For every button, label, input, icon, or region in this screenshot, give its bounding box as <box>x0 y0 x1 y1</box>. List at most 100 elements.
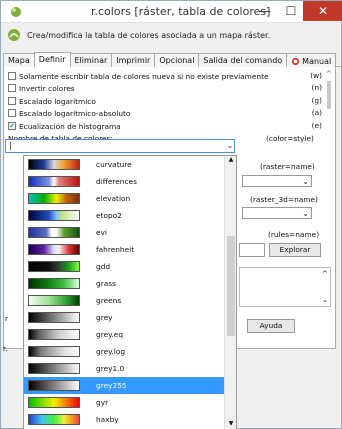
rules-label: (rules=name) <box>268 230 320 239</box>
dropdown-item-differences[interactable]: differences <box>24 173 224 190</box>
tab-salida-del-comando[interactable]: Salida del comando <box>198 53 288 67</box>
dropdown-item-curvature[interactable]: curvature <box>24 156 224 173</box>
textarea-scroll-down-icon[interactable]: ⌄ <box>322 296 328 304</box>
raster3d-combo-arrow-icon: ⌄ <box>302 209 309 218</box>
raster-combo-arrow-icon: ⌄ <box>302 177 309 186</box>
tab-manual-label: Manual <box>302 57 332 66</box>
dropdown-item-greens[interactable]: greens <box>24 292 224 309</box>
app-logo-icon <box>8 29 20 41</box>
dropdown-item-grey1-0[interactable]: grey1.0 <box>24 360 224 377</box>
color-table-combo[interactable]: | ⌄ <box>5 139 235 153</box>
dropdown-item-etopo2[interactable]: etopo2 <box>24 207 224 224</box>
close-button[interactable]: ✕ <box>303 1 342 21</box>
checkbox-w[interactable] <box>8 72 16 80</box>
swatch-gdd <box>28 261 80 272</box>
dropdown-scroll-up-icon[interactable]: ▲ <box>225 156 236 166</box>
tab-definir[interactable]: Definir <box>33 52 71 67</box>
dialog-header: Crea/modifica la tabla de colores asocia… <box>7 25 337 45</box>
dropdown-item-label: grey.log <box>96 347 126 356</box>
tab-mapa[interactable]: Mapa <box>3 53 35 67</box>
color-table-dropdown-list[interactable]: curvature differences elevation etopo2 e… <box>23 155 237 429</box>
title-bar[interactable]: r.colors [ráster, tabla de colores] — ☐ … <box>1 1 342 23</box>
manual-lifebuoy-icon <box>292 57 300 66</box>
window-title: r.colors [ráster, tabla de colores] <box>91 5 271 18</box>
dropdown-scroll-thumb[interactable] <box>227 236 235 336</box>
swatch-haxby <box>28 414 80 425</box>
textarea-scroll-up-icon[interactable]: ^ <box>322 270 328 278</box>
dropdown-item-label: grass <box>96 279 116 288</box>
dropdown-item-label: grey255 <box>96 381 127 390</box>
checkbox-n[interactable] <box>8 84 16 92</box>
rules-textarea[interactable]: ^ ⌄ <box>239 267 331 307</box>
dropdown-item-label: differences <box>96 177 137 186</box>
tab-opcional[interactable]: Opcional <box>154 53 200 67</box>
option-row-g[interactable]: Escalado logarítmico (g) <box>8 96 324 106</box>
left-edge-char-2: r. <box>3 345 8 353</box>
dropdown-item-label: greens <box>96 296 122 305</box>
option-label-e: Ecualización de histograma <box>19 121 121 131</box>
dropdown-item-label: grey <box>96 313 113 322</box>
help-button[interactable]: Ayuda <box>247 319 295 333</box>
option-label-w: Solamente escribir tabla de colores nuev… <box>19 71 269 81</box>
raster3d-label: (raster_3d=name) <box>250 195 318 204</box>
dropdown-scroll-down-icon[interactable]: ▼ <box>225 420 236 429</box>
dropdown-item-elevation[interactable]: elevation <box>24 190 224 207</box>
raster3d-combo[interactable]: ⌄ <box>242 207 312 219</box>
option-row-w[interactable]: Solamente escribir tabla de colores nuev… <box>8 71 324 81</box>
dropdown-item-gyr[interactable]: gyr <box>24 394 224 411</box>
dropdown-item-fahrenheit[interactable]: fahrenheit <box>24 241 224 258</box>
maximize-button[interactable]: ☐ <box>279 1 303 21</box>
rules-file-input[interactable] <box>239 243 265 257</box>
checkbox-e[interactable]: ✔ <box>8 122 16 130</box>
dropdown-item-haxby[interactable]: haxby <box>24 411 224 428</box>
dropdown-item-evi[interactable]: evi <box>24 224 224 241</box>
option-row-a[interactable]: Escalado logarítmico-absoluto (a) <box>8 108 324 118</box>
browse-button[interactable]: Explorar <box>269 243 321 257</box>
swatch-gyr <box>28 397 80 408</box>
swatch-fahrenheit <box>28 244 80 255</box>
left-edge-char-1: r <box>5 315 8 323</box>
checkbox-g[interactable] <box>8 97 16 105</box>
swatch-elevation <box>28 193 80 204</box>
dropdown-item-grey255[interactable]: grey255 <box>24 377 224 394</box>
option-flag-n: (n) <box>311 83 322 92</box>
swatch-greens <box>28 295 80 306</box>
dropdown-item-label: evi <box>96 228 107 237</box>
swatch-differences <box>28 176 80 187</box>
option-label-n: Invertir colores <box>19 83 75 93</box>
raster-combo[interactable]: ⌄ <box>242 175 312 187</box>
swatch-curvature <box>28 159 80 170</box>
dropdown-item-label: grey1.0 <box>96 364 125 373</box>
option-flag-w: (w) <box>310 71 322 80</box>
option-row-e[interactable]: ✔ Ecualización de histograma (e) <box>8 121 324 131</box>
dropdown-item-label: gdd <box>96 262 111 271</box>
tab-imprimir[interactable]: Imprimir <box>111 53 156 67</box>
swatch-etopo2 <box>28 210 80 221</box>
dropdown-item-grey-eq[interactable]: grey.eq <box>24 326 224 343</box>
dropdown-item-label: curvature <box>96 160 132 169</box>
dropdown-item-grass[interactable]: grass <box>24 275 224 292</box>
option-flag-e: (e) <box>311 121 322 130</box>
swatch-grey255 <box>28 380 80 391</box>
option-row-n[interactable]: Invertir colores (n) <box>8 83 324 93</box>
dropdown-item-gdd[interactable]: gdd <box>24 258 224 275</box>
checkbox-a[interactable] <box>8 109 16 117</box>
option-flag-g: (g) <box>311 96 322 105</box>
minimize-button[interactable]: — <box>253 1 277 21</box>
dropdown-item-grey-log[interactable]: grey.log <box>24 343 224 360</box>
option-flag-a: (a) <box>311 108 322 117</box>
dropdown-item-label: etopo2 <box>96 211 122 220</box>
tab-eliminar[interactable]: Eliminar <box>69 53 113 67</box>
option-label-g: Escalado logarítmico <box>19 96 96 106</box>
r-colors-dialog: r.colors [ráster, tabla de colores] — ☐ … <box>0 0 342 429</box>
tab-manual[interactable]: Manual <box>286 53 337 67</box>
swatch-grey <box>28 312 80 323</box>
color-table-combo-value: | <box>9 141 12 150</box>
dropdown-scrollbar[interactable]: ▲ ▼ <box>224 156 236 429</box>
left-edge-strip: r r. <box>1 301 21 429</box>
dropdown-item-label: elevation <box>96 194 131 203</box>
dropdown-item-label: grey.eq <box>96 330 124 339</box>
color-table-combo-arrow-icon: ⌄ <box>226 141 234 150</box>
raster-label: (raster=name) <box>260 162 315 171</box>
dropdown-item-grey[interactable]: grey <box>24 309 224 326</box>
